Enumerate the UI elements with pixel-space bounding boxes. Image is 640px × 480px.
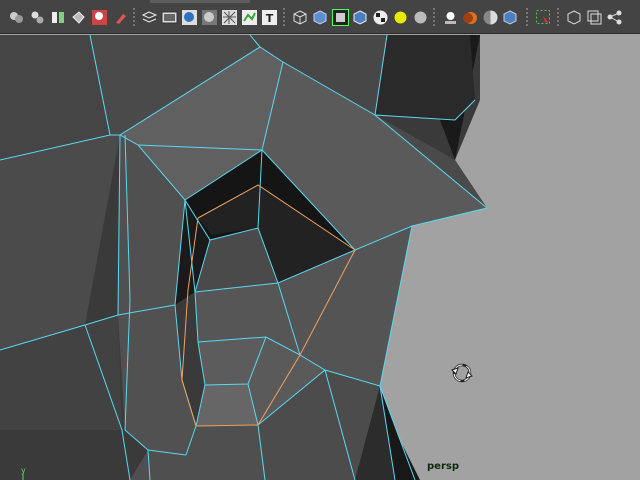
xray-icon[interactable] (201, 9, 218, 26)
resolution-gate-icon[interactable] (241, 9, 258, 26)
ipr-render-icon[interactable] (112, 9, 129, 26)
frame-selected-icon[interactable] (586, 9, 603, 26)
smooth-cube-icon[interactable] (312, 9, 329, 26)
textured-icon[interactable]: T (261, 9, 278, 26)
mesh-render[interactable] (0, 35, 640, 480)
share-icon[interactable] (606, 9, 623, 26)
bounding-box-icon[interactable] (181, 9, 198, 26)
spotlight-icon[interactable] (442, 9, 459, 26)
perspective-viewport[interactable]: y x z (0, 35, 640, 480)
select-by-hierarchy-icon[interactable] (8, 9, 25, 26)
antialias-icon[interactable] (502, 9, 519, 26)
shelf-tab-indicator (150, 0, 250, 3)
toolbar-separator (283, 8, 285, 28)
wireframe-icon[interactable] (141, 9, 158, 26)
light-icon[interactable] (372, 9, 389, 26)
magnet-icon[interactable] (70, 9, 87, 26)
smooth-shade-icon[interactable] (161, 9, 178, 26)
checker-icon[interactable] (352, 9, 369, 26)
sphere-icon[interactable] (392, 9, 409, 26)
toolbar-separator (133, 8, 135, 28)
ambient-occlusion-icon[interactable] (482, 9, 499, 26)
frame-all-icon[interactable] (566, 9, 583, 26)
axis-y-label: y (21, 467, 26, 475)
render-frame-icon[interactable] (91, 9, 108, 26)
snap-icon[interactable] (50, 9, 67, 26)
selection-highlight-icon[interactable] (535, 9, 552, 26)
cube-icon[interactable] (292, 9, 309, 26)
toolbar-separator (557, 8, 559, 28)
select-by-component-icon[interactable] (29, 9, 46, 26)
camera-label: persp (427, 461, 459, 472)
svg-text:T: T (266, 12, 274, 25)
status-toolbar: T (0, 0, 640, 34)
grid-icon[interactable] (221, 9, 238, 26)
light-icon[interactable] (412, 9, 429, 26)
toolbar-separator (526, 8, 528, 28)
shadow-icon[interactable] (462, 9, 479, 26)
toolbar-separator (433, 8, 435, 28)
isolate-select-icon[interactable] (332, 9, 349, 26)
